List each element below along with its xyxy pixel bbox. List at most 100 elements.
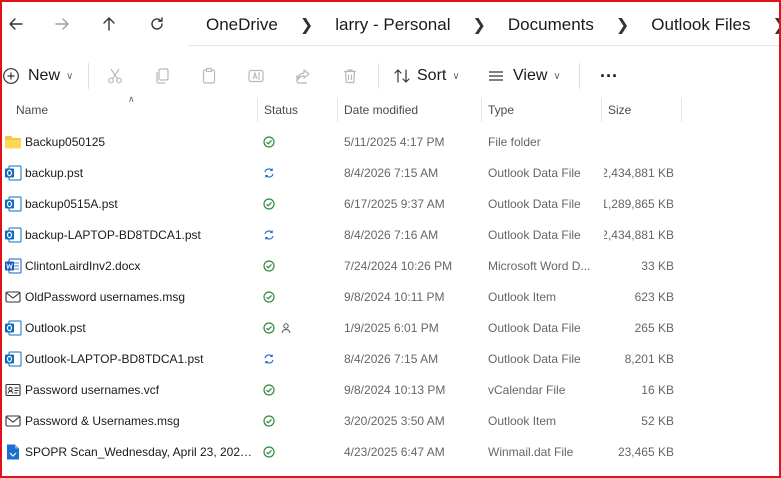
sync-pending-icon — [262, 228, 276, 242]
file-size: 1,289,865 KB — [604, 196, 674, 211]
chevron-right-icon[interactable]: ❯ — [616, 15, 629, 35]
file-name: backup.pst — [25, 165, 84, 180]
date-modified: 8/4/2026 7:15 AM — [344, 165, 439, 180]
file-row[interactable]: backup.pst 8/4/2026 7:15 AM Outlook Data… — [0, 157, 781, 188]
command-bar: New ∨ Sort ∨ View ∨ ··· — [0, 56, 781, 96]
breadcrumb-onedrive[interactable]: OneDrive — [206, 15, 278, 35]
file-type: Outlook Item — [488, 413, 557, 428]
contact-card-icon — [4, 381, 22, 399]
refresh-button[interactable] — [141, 8, 173, 40]
trash-icon — [344, 69, 356, 84]
column-header-size[interactable]: Size — [602, 96, 680, 124]
column-header-status[interactable]: Status — [258, 96, 336, 124]
chevron-right-icon[interactable]: ❯ — [472, 15, 485, 35]
mail-message-icon — [4, 412, 22, 430]
file-row[interactable]: OldPassword usernames.msg 9/8/2024 10:11… — [0, 281, 781, 312]
cut-button[interactable] — [99, 60, 131, 92]
view-label: View — [513, 67, 548, 84]
scissors-icon — [108, 68, 122, 84]
breadcrumb-outlook-files[interactable]: Outlook Files — [651, 15, 750, 35]
available-check-icon — [262, 414, 276, 428]
up-button[interactable] — [93, 8, 125, 40]
file-name: Outlook-LAPTOP-BD8TDCA1.pst — [25, 351, 204, 366]
available-check-icon — [262, 383, 276, 397]
clipboard-icon — [202, 67, 216, 84]
date-modified: 1/9/2025 6:01 PM — [344, 320, 439, 335]
column-header-row: ∧ Name Status Date modified Type Size — [0, 94, 781, 124]
forward-button[interactable] — [46, 8, 78, 40]
file-type: File folder — [488, 134, 541, 149]
back-button[interactable] — [0, 8, 32, 40]
outlook-data-file-icon — [4, 164, 22, 182]
column-divider[interactable] — [681, 98, 682, 122]
toolbar-divider — [88, 63, 89, 89]
rename-icon — [248, 69, 264, 83]
rename-button[interactable] — [240, 60, 272, 92]
file-row[interactable]: ClintonLairdInv2.docx 7/24/2024 10:26 PM… — [0, 250, 781, 281]
breadcrumb-documents[interactable]: Documents — [508, 15, 594, 35]
column-header-name[interactable]: Name — [10, 96, 260, 124]
chevron-down-icon: ∨ — [553, 70, 561, 82]
chevron-right-icon[interactable]: ❯ — [300, 15, 313, 35]
available-check-icon — [262, 445, 276, 459]
sync-pending-icon — [262, 352, 276, 366]
file-name: Password & Usernames.msg — [25, 413, 180, 428]
shared-person-icon — [279, 321, 293, 335]
file-size: 623 KB — [634, 289, 674, 304]
toolbar-divider — [579, 63, 580, 89]
file-row[interactable]: Backup050125 5/11/2025 4:17 PM File fold… — [0, 126, 781, 157]
address-bar[interactable]: OneDrive ❯ larry - Personal ❯ Documents … — [188, 4, 781, 46]
toolbar-divider — [378, 63, 379, 89]
date-modified: 4/23/2025 6:47 AM — [344, 444, 445, 459]
file-row[interactable]: Password usernames.vcf 9/8/2024 10:13 PM… — [0, 374, 781, 405]
file-size: 33 KB — [641, 258, 674, 273]
available-check-icon — [262, 197, 276, 211]
view-list-icon — [489, 71, 503, 81]
up-arrow-icon — [103, 17, 115, 31]
file-type: Winmail.dat File — [488, 444, 574, 459]
file-type: Outlook Data File — [488, 196, 581, 211]
file-row[interactable]: Outlook.pst 1/9/2025 6:01 PM Outlook Dat… — [0, 312, 781, 343]
chevron-right-icon[interactable]: ❯ — [772, 15, 781, 35]
share-button[interactable] — [287, 60, 319, 92]
file-name: ClintonLairdInv2.docx — [25, 258, 141, 273]
see-more-button[interactable]: ··· — [594, 60, 624, 92]
chevron-down-icon: ∨ — [66, 70, 74, 82]
file-size: 2,434,881 KB — [604, 227, 674, 242]
date-modified: 8/4/2026 7:15 AM — [344, 351, 439, 366]
copy-button[interactable] — [146, 60, 178, 92]
file-row[interactable]: Password & Usernames.msg 3/20/2025 3:50 … — [0, 405, 781, 436]
file-size: 23,465 KB — [617, 444, 674, 459]
file-row[interactable]: SPOPR Scan_Wednesday, April 23, 2025 0..… — [0, 436, 781, 467]
file-name: OldPassword usernames.msg — [25, 289, 186, 304]
file-row[interactable]: backup0515A.pst 6/17/2025 9:37 AM Outloo… — [0, 188, 781, 219]
file-name: backup-LAPTOP-BD8TDCA1.pst — [25, 227, 201, 242]
plus-circle-icon — [3, 68, 19, 84]
column-header-type[interactable]: Type — [482, 96, 600, 124]
paste-button[interactable] — [193, 60, 225, 92]
file-size: 16 KB — [641, 382, 674, 397]
breadcrumb-personal[interactable]: larry - Personal — [335, 15, 450, 35]
sort-label: Sort — [417, 67, 447, 84]
file-row[interactable]: Outlook-LAPTOP-BD8TDCA1.pst 8/4/2026 7:1… — [0, 343, 781, 374]
file-name: backup0515A.pst — [25, 196, 118, 211]
word-document-icon — [4, 257, 22, 275]
share-icon — [296, 69, 310, 84]
folder-icon — [4, 133, 22, 151]
new-button[interactable]: New ∨ — [2, 60, 82, 92]
outlook-data-file-icon — [4, 195, 22, 213]
file-size: 2,434,881 KB — [604, 165, 674, 180]
date-modified: 5/11/2025 4:17 PM — [344, 134, 445, 149]
sort-button[interactable]: Sort ∨ — [393, 60, 473, 92]
file-name: Backup050125 — [25, 134, 106, 149]
file-type: vCalendar File — [488, 382, 566, 397]
file-row[interactable]: backup-LAPTOP-BD8TDCA1.pst 8/4/2026 7:16… — [0, 219, 781, 250]
file-name: Outlook.pst — [25, 320, 86, 335]
view-button[interactable]: View ∨ — [487, 60, 569, 92]
date-modified: 3/20/2025 3:50 AM — [344, 413, 445, 428]
date-modified: 9/8/2024 10:13 PM — [344, 382, 446, 397]
column-header-date-modified[interactable]: Date modified — [338, 96, 480, 124]
file-size: 8,201 KB — [624, 351, 674, 366]
winmail-file-icon — [4, 443, 22, 461]
delete-button[interactable] — [334, 60, 366, 92]
